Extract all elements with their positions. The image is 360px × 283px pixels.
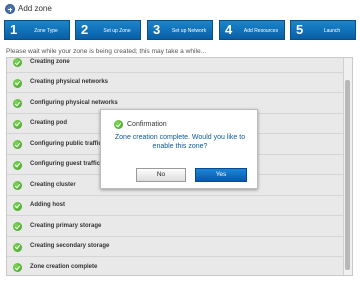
step-number: 2 xyxy=(81,22,89,37)
step-label: Add Resources xyxy=(243,28,279,34)
progress-item: Creating secondary storage xyxy=(7,237,345,257)
check-icon xyxy=(13,263,22,272)
step-launch: 5 Launch xyxy=(290,20,356,40)
check-icon xyxy=(13,99,22,108)
page-header: Add zone xyxy=(0,0,360,17)
step-set-up-zone: 2 Set up Zone xyxy=(75,20,141,40)
check-icon xyxy=(13,78,22,88)
step-number: 1 xyxy=(10,22,18,37)
check-icon xyxy=(13,222,22,231)
step-zone-type: 1 Zone Type xyxy=(4,20,70,40)
progress-label: Creating physical networks xyxy=(30,79,109,85)
confirmation-dialog: Confirmation Zone creation complete. Wou… xyxy=(100,109,258,189)
dialog-title: Confirmation xyxy=(127,121,167,128)
add-zone-icon xyxy=(5,4,15,14)
step-label: Launch xyxy=(323,28,341,34)
step-set-up-network: 3 Set up Network xyxy=(147,20,213,40)
step-add-resources: 4 Add Resources xyxy=(219,20,285,40)
check-icon xyxy=(13,119,22,129)
step-number: 3 xyxy=(153,22,161,37)
step-label: Zone Type xyxy=(34,28,58,34)
progress-label: Configuring guest traffic xyxy=(30,161,100,167)
dialog-message: Zone creation complete. Would you like t… xyxy=(114,134,246,150)
step-label: Set up Zone xyxy=(103,28,131,34)
yes-button[interactable]: Yes xyxy=(195,168,247,182)
progress-label: Creating cluster xyxy=(30,181,76,188)
wait-message: Please wait while your zone is being cre… xyxy=(6,48,207,55)
progress-item: Creating zone xyxy=(7,58,345,73)
no-button[interactable]: No xyxy=(136,168,186,182)
progress-item: Zone creation complete xyxy=(7,257,345,275)
progress-label: Configuring public traffic xyxy=(30,140,102,147)
progress-label: Creating zone xyxy=(30,58,70,65)
check-icon xyxy=(13,201,22,211)
check-icon xyxy=(13,242,22,252)
check-icon xyxy=(13,160,22,170)
progress-item: Creating primary storage xyxy=(7,216,345,237)
scrollbar[interactable] xyxy=(343,58,352,275)
check-icon xyxy=(13,140,22,149)
step-label: Set up Network xyxy=(171,28,207,34)
wizard-steps: 1 Zone Type 2 Set up Zone 3 Set up Netwo… xyxy=(4,20,356,40)
check-icon xyxy=(13,58,22,67)
progress-item: Creating physical networks xyxy=(7,73,345,93)
progress-label: Creating secondary storage xyxy=(30,243,110,249)
page-title: Add zone xyxy=(18,4,52,13)
step-number: 5 xyxy=(296,22,304,37)
confirmation-check-icon xyxy=(114,120,123,129)
scroll-thumb[interactable] xyxy=(345,80,350,270)
progress-label: Zone creation complete xyxy=(30,263,98,270)
step-number: 4 xyxy=(225,22,233,37)
progress-item: Adding host xyxy=(7,196,345,216)
progress-label: Adding host xyxy=(30,202,65,208)
check-icon xyxy=(13,181,22,190)
progress-label: Creating pod xyxy=(30,120,67,126)
progress-label: Configuring physical networks xyxy=(30,99,118,106)
progress-label: Creating primary storage xyxy=(30,222,102,229)
